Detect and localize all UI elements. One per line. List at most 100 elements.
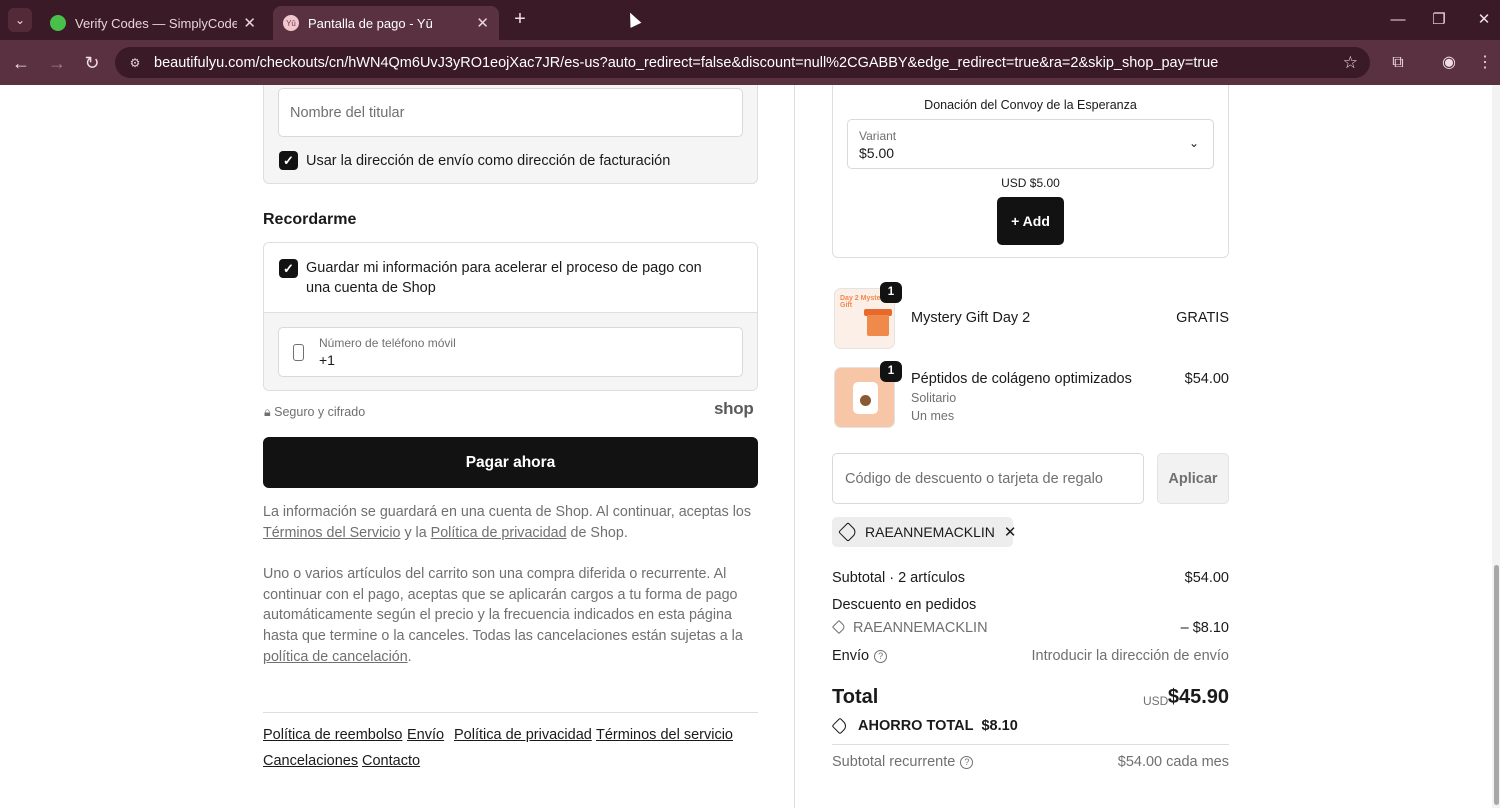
savings-label: AHORRO TOTAL	[858, 718, 974, 734]
shipping-value: Introducir la dirección de envío	[1031, 648, 1229, 664]
tag-icon	[838, 522, 858, 542]
savings-value: $8.10	[981, 718, 1018, 734]
save-info-checkbox[interactable]: ✓	[279, 259, 298, 278]
donation-price: USD $5.00	[1001, 176, 1060, 190]
shipping-row: Envío? Introducir la dirección de envío	[832, 648, 1229, 664]
extensions-puzzle-icon[interactable]: ⧉	[1387, 52, 1409, 74]
discount-value: – $8.10	[1180, 620, 1229, 636]
cardholder-name-input[interactable]: Nombre del titular	[278, 88, 743, 137]
privacy-policy-link[interactable]: Política de privacidad	[431, 525, 567, 541]
tab-title: Verify Codes — SimplyCodes	[75, 15, 238, 31]
help-circle-icon[interactable]: ?	[874, 650, 888, 663]
tab-close-icon[interactable]: ✕	[476, 14, 489, 32]
browser-tab-bar: ⌄ Verify Codes — SimplyCodes ✕ Yū Pantal…	[0, 0, 1500, 40]
save-info-row: ✓ Guardar mi información para acelerar e…	[264, 243, 757, 313]
secure-encrypted-note: 🔒︎ Seguro y cifrado	[264, 405, 365, 420]
use-shipping-checkbox[interactable]: ✓	[279, 151, 298, 170]
footer-link-contact[interactable]: Contacto	[362, 753, 420, 769]
jar-label-icon	[860, 395, 871, 406]
reload-icon[interactable]: ↻	[79, 50, 105, 76]
new-tab-plus-icon[interactable]: +	[510, 8, 530, 32]
remember-heading: Recordarme	[263, 211, 357, 228]
footer-link-privacy[interactable]: Política de privacidad	[454, 727, 592, 743]
discount-code-input[interactable]: Código de descuento o tarjeta de regalo	[832, 453, 1144, 504]
help-circle-icon[interactable]: ?	[960, 756, 974, 769]
subtotal-row: Subtotal · 2 artículos $54.00	[832, 570, 1229, 586]
tab-title: Pantalla de pago - Yū	[308, 15, 433, 31]
phone-row: Número de teléfono móvil +1	[264, 313, 757, 390]
bookmark-star-icon[interactable]: ☆	[1343, 53, 1358, 73]
url-text[interactable]: beautifulyu.com/checkouts/cn/hWN4Qm6UvJ3…	[154, 55, 1370, 71]
recurring-disclaimer-paragraph: Uno o varios artículos del carrito son u…	[263, 564, 758, 668]
chevron-down-icon[interactable]: ⌄	[1189, 136, 1199, 150]
variant-value[interactable]: $5.00	[859, 145, 894, 161]
tab-checkout[interactable]: Yū Pantalla de pago - Yū ✕	[273, 6, 499, 40]
summary-divider	[832, 744, 1229, 745]
lock-icon: 🔒︎	[264, 405, 271, 419]
profile-icon[interactable]: ◉	[1438, 52, 1460, 74]
terms-text: La información se guardará en una cuenta…	[263, 504, 752, 520]
tab-search-chevron-icon[interactable]: ⌄	[8, 8, 32, 32]
phone-number-input[interactable]: Número de teléfono móvil +1	[278, 327, 743, 377]
gift-box-icon	[867, 315, 889, 336]
address-bar: ← → ↻ ⚙ beautifulyu.com/checkouts/cn/hWN…	[0, 40, 1500, 85]
quantity-badge: 1	[880, 361, 902, 382]
tab-verify-codes[interactable]: Verify Codes — SimplyCodes ✕	[40, 6, 266, 40]
save-info-label: Guardar mi información para acelerar el …	[306, 260, 702, 296]
minimize-icon[interactable]: —	[1386, 8, 1410, 32]
footer-link-terms[interactable]: Términos del servicio	[596, 727, 733, 743]
recurring-value: $54.00 cada mes	[1117, 754, 1229, 770]
cart-item-variant: Solitario	[911, 391, 957, 405]
checkout-page: Nombre del titular ✓ Usar la dirección d…	[0, 85, 1500, 808]
terms-text: y la	[400, 524, 431, 541]
forward-arrow-icon[interactable]: →	[44, 50, 70, 76]
order-discount-label: Descuento en pedidos	[832, 597, 977, 613]
disclaimer-text: .	[407, 648, 412, 665]
donation-title: Donación del Convoy de la Esperanza	[924, 98, 1137, 112]
variant-label: Variant	[859, 129, 897, 143]
kebab-menu-icon[interactable]: ⋮	[1474, 52, 1496, 74]
disclaimer-text: Uno o varios artículos del carrito son u…	[263, 566, 743, 645]
back-arrow-icon[interactable]: ←	[8, 50, 34, 76]
pay-now-button[interactable]: Pagar ahora	[263, 437, 758, 488]
cart-item-price: $54.00	[1184, 371, 1229, 387]
discount-code-row: RAEANNEMACKLIN – $8.10	[831, 619, 1229, 636]
subtotal-value: $54.00	[1184, 570, 1229, 586]
column-divider	[794, 85, 795, 808]
add-donation-button[interactable]: + Add	[997, 197, 1064, 245]
billing-section: Nombre del titular ✓ Usar la dirección d…	[263, 85, 758, 184]
simplycodes-favicon-icon	[50, 15, 66, 31]
footer-link-shipping[interactable]: Envío	[407, 727, 444, 743]
variant-select[interactable]: Variant $5.00 ⌄	[847, 119, 1214, 169]
footer-link-refund[interactable]: Política de reembolso	[263, 727, 402, 743]
omnibox[interactable]: ⚙ beautifulyu.com/checkouts/cn/hWN4Qm6Uv…	[115, 47, 1370, 78]
order-discount-row: Descuento en pedidos	[832, 597, 1229, 613]
total-currency: USD	[1143, 694, 1169, 708]
apply-discount-button[interactable]: Aplicar	[1157, 453, 1229, 504]
cart-item-name: Péptidos de colágeno optimizados	[911, 371, 1132, 387]
restore-window-icon[interactable]: ❐	[1427, 8, 1451, 32]
cancellation-policy-link[interactable]: política de cancelación	[263, 649, 408, 665]
tag-icon	[831, 619, 847, 635]
terms-of-service-link[interactable]: Términos del Servicio	[263, 525, 400, 541]
mouse-cursor-icon	[624, 10, 642, 28]
subtotal-label: Subtotal · 2 artículos	[832, 570, 965, 586]
scrollbar-thumb[interactable]	[1494, 565, 1499, 805]
cart-item-frequency: Un mes	[911, 409, 955, 423]
total-savings: AHORRO TOTAL $8.10	[831, 717, 1018, 735]
remove-discount-icon[interactable]: ✕	[1004, 523, 1017, 541]
applied-code: RAEANNEMACKLIN	[865, 524, 995, 540]
site-info-icon[interactable]: ⚙	[127, 55, 143, 71]
recurring-subtotal-row: Subtotal recurrente? $54.00 cada mes	[832, 754, 1229, 770]
shop-terms-paragraph: La información se guardará en una cuenta…	[263, 502, 758, 543]
yu-favicon-icon: Yū	[283, 15, 299, 31]
phone-value[interactable]: +1	[319, 352, 335, 368]
close-window-icon[interactable]: ✕	[1472, 8, 1496, 32]
donation-upsell: Donación del Convoy de la Esperanza Vari…	[832, 85, 1229, 258]
footer-link-cancellations[interactable]: Cancelaciones	[263, 753, 358, 769]
tag-icon	[831, 717, 849, 735]
total-label: Total	[832, 686, 879, 708]
discount-code-label: RAEANNEMACKLIN	[853, 620, 988, 636]
tab-close-icon[interactable]: ✕	[243, 14, 256, 32]
footer-divider	[263, 712, 758, 713]
